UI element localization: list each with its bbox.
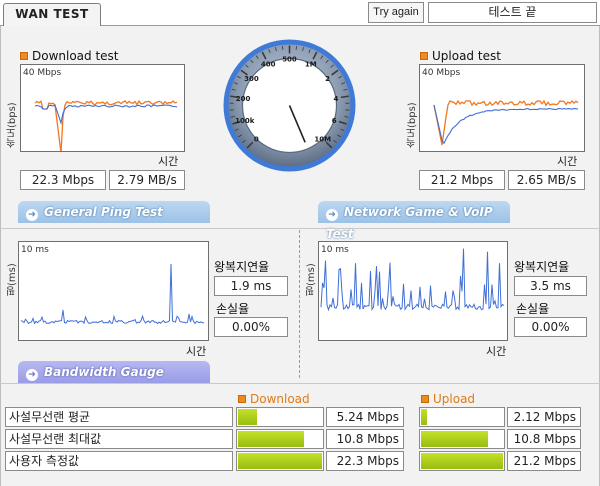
- gauge-label: 6: [332, 117, 337, 125]
- game-x-axis-label: 시간: [486, 345, 507, 358]
- bw-upload-value: 10.8 Mbps: [507, 429, 581, 449]
- bw-download-value: 22.3 Mbps: [326, 451, 404, 471]
- tab-wan-test[interactable]: WAN TEST: [3, 3, 101, 26]
- bw-upload-bar: [419, 451, 505, 471]
- bw-bar-fill: [421, 431, 488, 447]
- game-scale-label: 10 ms: [321, 245, 349, 255]
- general-ping-banner: ➔ General Ping Test: [18, 201, 210, 223]
- bw-download-value: 5.24 Mbps: [326, 407, 404, 427]
- game-chart-svg: [320, 248, 505, 312]
- general-ping-banner-label: General Ping Test: [44, 205, 163, 219]
- gauge-label: 500: [282, 56, 297, 64]
- bw-download-bar: [236, 407, 324, 427]
- bw-bar-fill: [421, 453, 503, 469]
- game-y-axis-label: 핑(ms): [306, 263, 317, 296]
- upload-bullet-icon: [421, 395, 429, 403]
- upload-mbps-value: 21.2 Mbps: [419, 170, 505, 190]
- gauge-label: 4: [333, 95, 338, 103]
- ping-loss-value: 0.00%: [214, 317, 288, 337]
- download-y-axis-label: 속도(bps): [7, 102, 18, 148]
- game-chart: [318, 241, 508, 341]
- ping-x-axis-label: 시간: [186, 345, 207, 358]
- arrow-right-icon: ➔: [26, 369, 38, 381]
- speed-gauge-svg: 0 100k 200 300400 500 1M 2 4 6 10M: [223, 39, 356, 172]
- bw-bar-fill: [238, 409, 257, 425]
- bw-row-label: 사설무선랜 평균: [5, 407, 233, 427]
- bw-upload-value: 2.12 Mbps: [507, 407, 581, 427]
- bandwidth-gauge-banner-label: Bandwidth Gauge: [44, 365, 164, 379]
- gauge-label: 300: [244, 75, 259, 83]
- ping-series: [20, 263, 205, 325]
- upload-mbs-value: 2.65 MB/s: [508, 170, 585, 190]
- download-scale-label: 40 Mbps: [23, 68, 62, 78]
- bw-bar-fill: [421, 409, 428, 425]
- bw-row-label: 사설무선랜 최대값: [5, 429, 233, 449]
- download-x-axis-label: 시간: [158, 155, 179, 168]
- bandwidth-gauge-banner: ➔ Bandwidth Gauge: [18, 361, 210, 383]
- upload-x-axis-label: 시간: [557, 155, 578, 168]
- gauge-label: 10M: [314, 136, 331, 144]
- divider: [0, 383, 600, 384]
- gauge-label: 400: [261, 61, 276, 69]
- bw-upload-value: 21.2 Mbps: [507, 451, 581, 471]
- download-mbps-value: 22.3 Mbps: [20, 170, 106, 190]
- network-game-banner: ➔ Network Game & VoIP Test: [318, 201, 510, 241]
- upload-y-axis-label: 속도(bps): [407, 102, 418, 148]
- ping-scale-label: 10 ms: [21, 245, 49, 255]
- bw-bar-fill: [238, 431, 304, 447]
- ping-chart: [18, 241, 209, 341]
- bw-download-bar: [236, 429, 324, 449]
- gauge-label: 200: [236, 95, 251, 103]
- game-series: [320, 248, 505, 312]
- upload-test-label: Upload test: [432, 49, 501, 63]
- download-bullet-icon: [20, 52, 28, 60]
- gauge-label: 100k: [235, 117, 255, 125]
- ping-chart-svg: [20, 263, 205, 325]
- gauge-label: 2: [325, 75, 330, 83]
- ping-rtt-label: 왕복지연율: [214, 260, 270, 274]
- ping-rtt-value: 1.9 ms: [214, 276, 288, 296]
- bw-upload-bar: [419, 429, 505, 449]
- game-loss-value: 0.00%: [514, 317, 587, 337]
- game-loss-label: 손실율: [516, 302, 550, 316]
- arrow-right-icon: ➔: [326, 209, 338, 221]
- upload-bullet-icon: [420, 52, 428, 60]
- speed-gauge: 0 100k 200 300 400 500 1M 2 4 6 10M: [222, 38, 357, 173]
- download-mbs-value: 2.79 MB/s: [109, 170, 185, 190]
- upload-scale-label: 40 Mbps: [422, 68, 461, 78]
- upload-series-blue: [433, 104, 579, 145]
- game-rtt-value: 3.5 ms: [514, 276, 587, 296]
- bw-bar-fill: [238, 453, 322, 469]
- bw-download-bar: [236, 451, 324, 471]
- bw-download-value: 10.8 Mbps: [326, 429, 404, 449]
- divider: [0, 228, 600, 229]
- arrow-right-icon: ➔: [26, 209, 38, 221]
- upload-series-orange: [433, 99, 579, 146]
- bw-upload-bar: [419, 407, 505, 427]
- status-field: 테스트 끝: [428, 2, 597, 23]
- download-test-title: Download test: [20, 49, 119, 63]
- bw-upload-header-label: Upload: [433, 392, 476, 406]
- dashed-divider: [299, 230, 300, 378]
- gauge-label: 1M: [305, 61, 317, 69]
- bw-download-header-label: Download: [250, 392, 310, 406]
- try-again-button[interactable]: Try again: [368, 2, 424, 23]
- gauge-label: 0: [254, 136, 259, 144]
- upload-test-title: Upload test: [420, 49, 501, 63]
- download-test-label: Download test: [32, 49, 119, 63]
- ping-loss-label: 손실율: [216, 302, 250, 316]
- bw-upload-header: Upload: [421, 392, 475, 406]
- bw-download-header: Download: [238, 392, 310, 406]
- bw-row-label: 사용자 측정값: [5, 451, 233, 471]
- game-rtt-label: 왕복지연율: [514, 260, 570, 274]
- download-bullet-icon: [238, 395, 246, 403]
